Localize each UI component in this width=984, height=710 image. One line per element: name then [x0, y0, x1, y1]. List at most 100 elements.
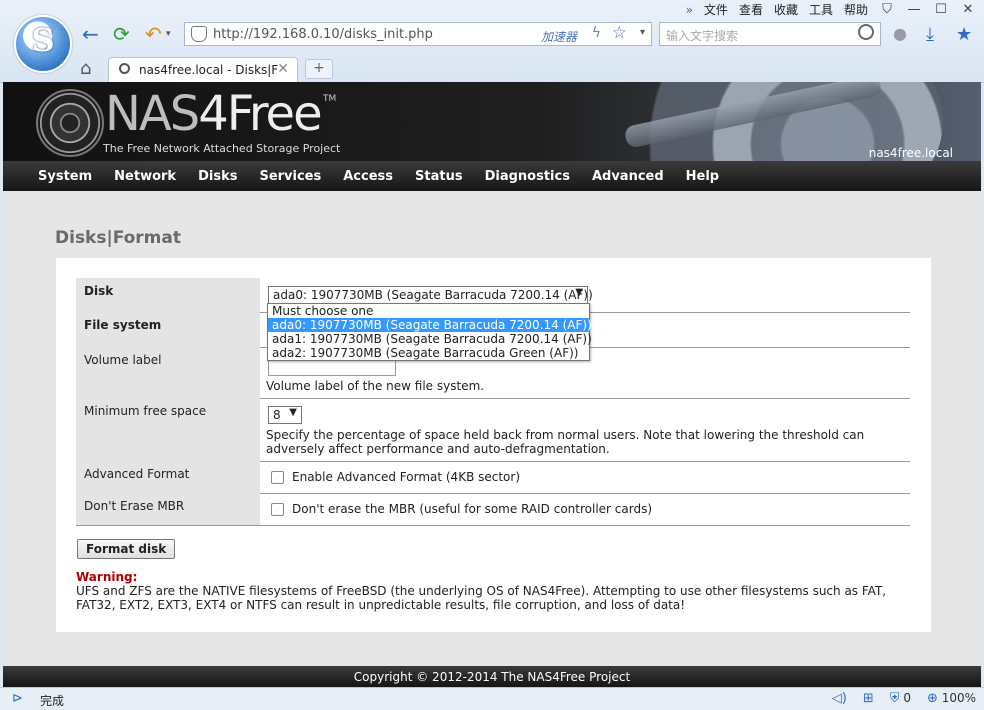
zoom-control[interactable]: ⊕ 100%	[927, 691, 976, 706]
disk-label: Disk	[76, 278, 260, 312]
address-bar[interactable]: http://192.168.0.10/disks_init.php 加速器 ϟ…	[184, 22, 652, 46]
row-min-free: Minimum free space 8 ▼ Specify the perce…	[76, 398, 910, 462]
tab-close-icon[interactable]: ✕	[277, 61, 289, 77]
warning-text: UFS and ZFS are the NATIVE filesystems o…	[76, 584, 887, 612]
chevron-down-icon: ▼	[289, 407, 297, 418]
min-free-label: Minimum free space	[76, 398, 260, 461]
menu-tools[interactable]: 工具	[809, 1, 833, 18]
address-url[interactable]: http://192.168.0.10/disks_init.php	[213, 27, 433, 42]
dont-erase-mbr-cell: Don't erase the MBR (useful for some RAI…	[266, 493, 910, 525]
web-page: NAS4Free TM The Free Network Attached St…	[3, 82, 981, 687]
filesystem-label: File system	[76, 312, 260, 347]
new-tab-button[interactable]: +	[305, 59, 333, 79]
home-icon[interactable]: ⌂	[80, 58, 91, 79]
nav-help[interactable]: Help	[686, 169, 719, 184]
back-icon[interactable]: ←	[82, 22, 99, 46]
nav-services[interactable]: Services	[259, 169, 321, 184]
advanced-format-option[interactable]: Enable Advanced Format (4KB sector)	[292, 470, 520, 484]
nav-status[interactable]: Status	[415, 169, 463, 184]
browser-toolbar: S » 文件 查看 收藏 工具 帮助 ⛉ — ☐ ✕ ← ⟳ ↶ ▾ http:…	[0, 0, 984, 83]
volume-label: Volume label	[76, 347, 260, 398]
lightning-icon[interactable]: ϟ	[592, 25, 601, 41]
disk-option-selected[interactable]: ada0: 1907730MB (Seagate Barracuda 7200.…	[268, 318, 592, 332]
sidebar-toggle-icon[interactable]: ⊳	[12, 691, 23, 706]
row-dont-erase-mbr: Don't Erase MBR Don't erase the MBR (use…	[76, 493, 910, 526]
chevron-down-icon: ▼	[575, 287, 583, 298]
format-disk-button[interactable]: Format disk	[77, 539, 176, 559]
min-free-hint: Specify the percentage of space held bac…	[266, 428, 865, 456]
adblock-count: 0	[903, 691, 911, 705]
disk-select-value: ada0: 1907730MB (Seagate Barracuda 7200.…	[273, 288, 593, 302]
address-dropdown-icon[interactable]: ▾	[640, 27, 645, 38]
status-right: ◁) ⊞ ⛨ 0 ⊕ 100%	[832, 691, 976, 706]
refresh-icon[interactable]: ⟳	[113, 22, 130, 46]
disk-option[interactable]: ada2: 1907730MB (Seagate Barracuda Green…	[268, 346, 589, 360]
search-placeholder[interactable]: 输入文字搜索	[666, 27, 738, 44]
menu-view[interactable]: 查看	[739, 1, 763, 18]
maximize-icon[interactable]: ☐	[933, 2, 949, 17]
search-box[interactable]: 输入文字搜索	[659, 22, 881, 46]
tab-bar: ⌂ nas4free.local - Disks|F ✕ +	[0, 56, 984, 82]
undo-icon[interactable]: ↶	[145, 22, 162, 46]
menu-bar: » 文件 查看 收藏 工具 帮助 ⛉ — ☐ ✕	[686, 1, 976, 18]
minimize-icon[interactable]: —	[906, 2, 922, 17]
tab-title: nas4free.local - Disks|F	[139, 63, 279, 77]
hostname: nas4free.local	[868, 146, 953, 160]
favorites-star-icon[interactable]: ★	[956, 24, 972, 45]
min-free-value-cell: 8 ▼ Specify the percentage of space held…	[266, 398, 910, 461]
shield-icon: ⛨	[889, 691, 900, 706]
dont-erase-mbr-label: Don't Erase MBR	[76, 493, 260, 525]
nav-diagnostics[interactable]: Diagnostics	[485, 169, 570, 184]
advanced-format-cell: Enable Advanced Format (4KB sector)	[266, 461, 910, 493]
expand-icon[interactable]: »	[686, 3, 693, 17]
undo-dropdown-icon[interactable]: ▾	[166, 22, 171, 46]
nas4free-banner: NAS4Free TM The Free Network Attached St…	[3, 82, 981, 161]
advanced-format-label: Advanced Format	[76, 461, 260, 493]
disk-option[interactable]: Must choose one	[268, 304, 589, 318]
download-icon[interactable]: ⤓	[926, 24, 934, 45]
nav-advanced[interactable]: Advanced	[592, 169, 664, 184]
nav-network[interactable]: Network	[114, 169, 176, 184]
trademark: TM	[323, 94, 337, 104]
accelerator-link[interactable]: 加速器	[541, 28, 577, 45]
speaker-icon[interactable]: ◁)	[832, 691, 847, 706]
dont-erase-mbr-checkbox[interactable]	[271, 503, 284, 516]
footer-copyright: Copyright © 2012-2014 The NAS4Free Proje…	[3, 666, 981, 687]
page-title: Disks|Format	[55, 228, 181, 248]
min-free-value: 8	[273, 408, 281, 422]
nav-access[interactable]: Access	[343, 169, 393, 184]
shield-icon	[191, 26, 207, 42]
star-icon[interactable]: ☆	[612, 23, 627, 43]
disk-select[interactable]: ada0: 1907730MB (Seagate Barracuda 7200.…	[268, 286, 593, 304]
status-bar: ⊳ 完成 ◁) ⊞ ⛨ 0 ⊕ 100%	[0, 687, 984, 710]
brand-prefix: NAS	[105, 86, 200, 142]
brand-subtitle: The Free Network Attached Storage Projec…	[103, 142, 341, 155]
volume-label-input[interactable]	[268, 360, 396, 376]
menu-favorites[interactable]: 收藏	[774, 1, 798, 18]
more-icon[interactable]: ●	[893, 24, 907, 43]
brand-title: NAS4Free	[105, 86, 323, 142]
nas4free-logo-icon	[36, 89, 104, 157]
dont-erase-mbr-option[interactable]: Don't erase the MBR (useful for some RAI…	[292, 502, 652, 516]
min-free-select[interactable]: 8 ▼	[268, 406, 302, 424]
search-icon[interactable]	[858, 24, 874, 40]
brand-suffix: 4Free	[198, 86, 322, 142]
adblock-counter[interactable]: ⛨ 0	[890, 691, 911, 706]
row-advanced-format: Advanced Format Enable Advanced Format (…	[76, 461, 910, 494]
advanced-format-checkbox[interactable]	[271, 471, 284, 484]
shirt-icon[interactable]: ⛉	[879, 2, 895, 17]
volume-hint: Volume label of the new file system.	[266, 379, 485, 393]
extension-icon[interactable]: ⊞	[863, 691, 874, 706]
disk-dropdown-list: Must choose one ada0: 1907730MB (Seagate…	[267, 303, 592, 361]
tab-favicon-icon	[119, 63, 130, 74]
menu-help[interactable]: 帮助	[844, 1, 868, 18]
zoom-level: 100%	[941, 691, 976, 705]
menu-file[interactable]: 文件	[704, 1, 728, 18]
nav-system[interactable]: System	[38, 169, 92, 184]
tab-disks[interactable]: nas4free.local - Disks|F ✕	[108, 57, 298, 82]
main-nav: System Network Disks Services Access Sta…	[3, 161, 981, 191]
disk-option[interactable]: ada1: 1907730MB (Seagate Barracuda 7200.…	[268, 332, 592, 346]
close-icon[interactable]: ✕	[960, 2, 976, 17]
nav-disks[interactable]: Disks	[198, 169, 237, 184]
warning-title: Warning:	[76, 570, 138, 584]
